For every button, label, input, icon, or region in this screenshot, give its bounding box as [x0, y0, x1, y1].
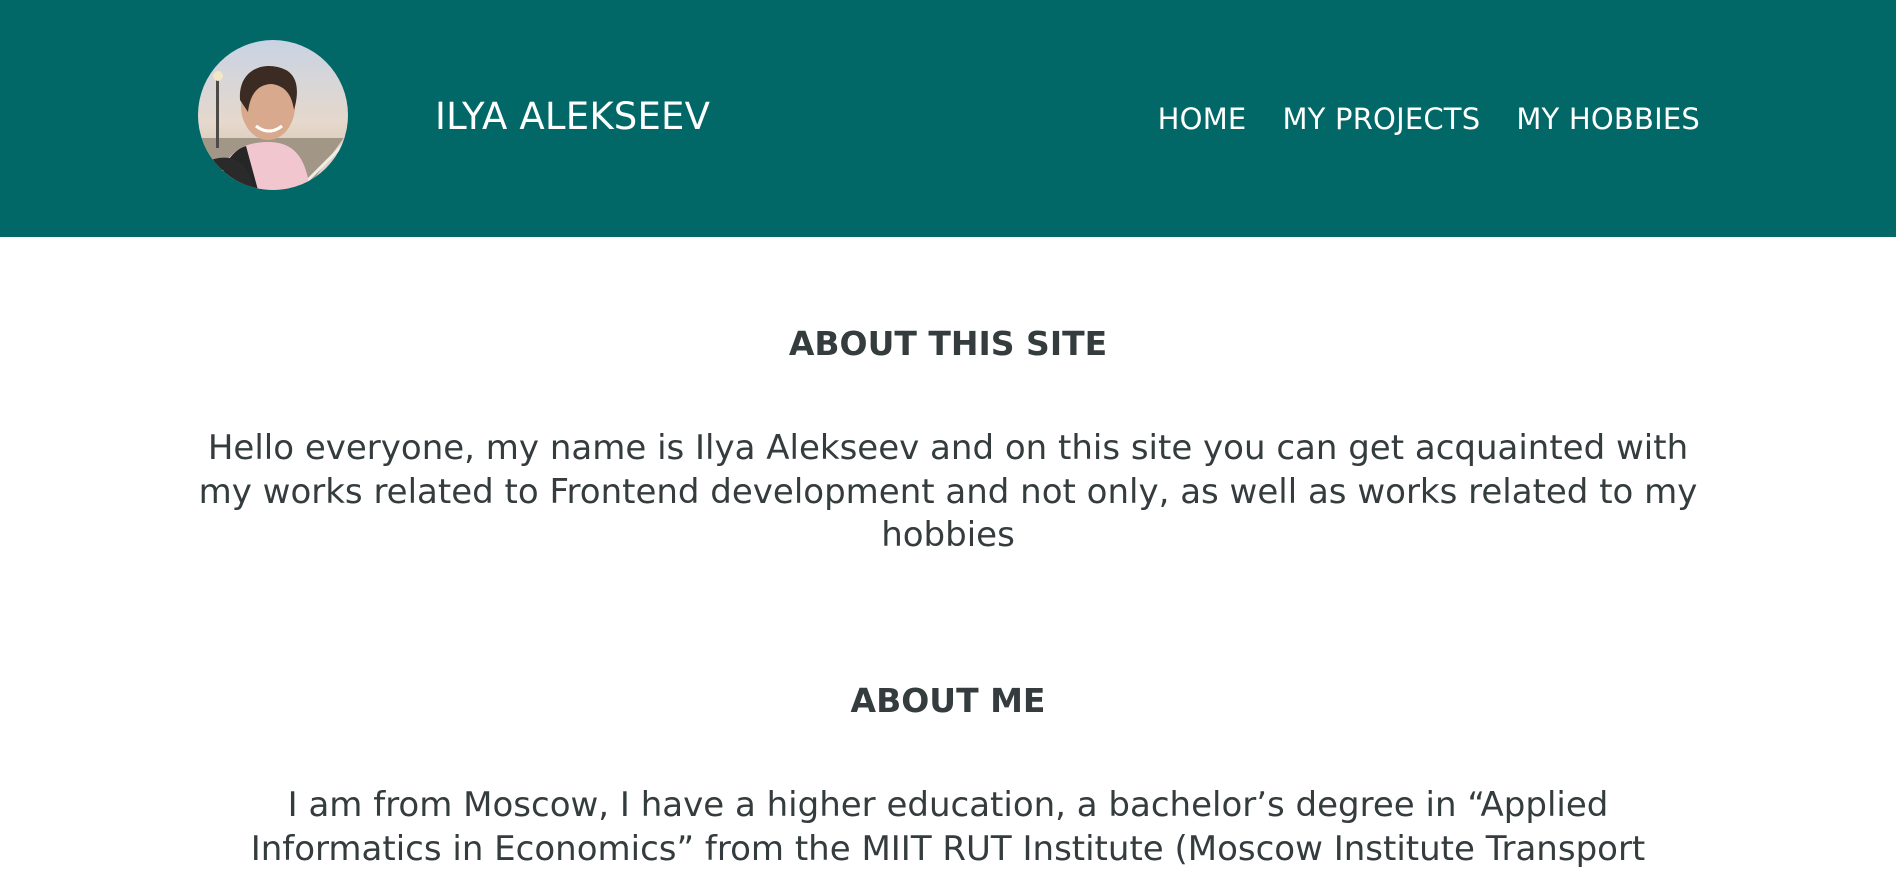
site-name[interactable]: ILYA ALEKSEEV [435, 92, 710, 142]
main-nav: HOME MY PROJECTS MY HOBBIES [1100, 96, 1700, 142]
about-site-title: ABOUT THIS SITE [788, 324, 1108, 363]
nav-hobbies-link[interactable]: MY HOBBIES [1516, 96, 1700, 142]
site-header: ILYA ALEKSEEV HOME MY PROJECTS MY HOBBIE… [0, 0, 1896, 237]
nav-home-link[interactable]: HOME [1158, 96, 1247, 142]
about-me-text: I am from Moscow, I have a higher educat… [250, 785, 1646, 869]
avatar [198, 40, 348, 190]
avatar-photo [198, 40, 348, 190]
nav-projects-link[interactable]: MY PROJECTS [1282, 96, 1480, 142]
about-site-text: Hello everyone, my name is Ilya Alekseev… [198, 428, 1698, 555]
about-me-title: ABOUT ME [850, 681, 1046, 720]
